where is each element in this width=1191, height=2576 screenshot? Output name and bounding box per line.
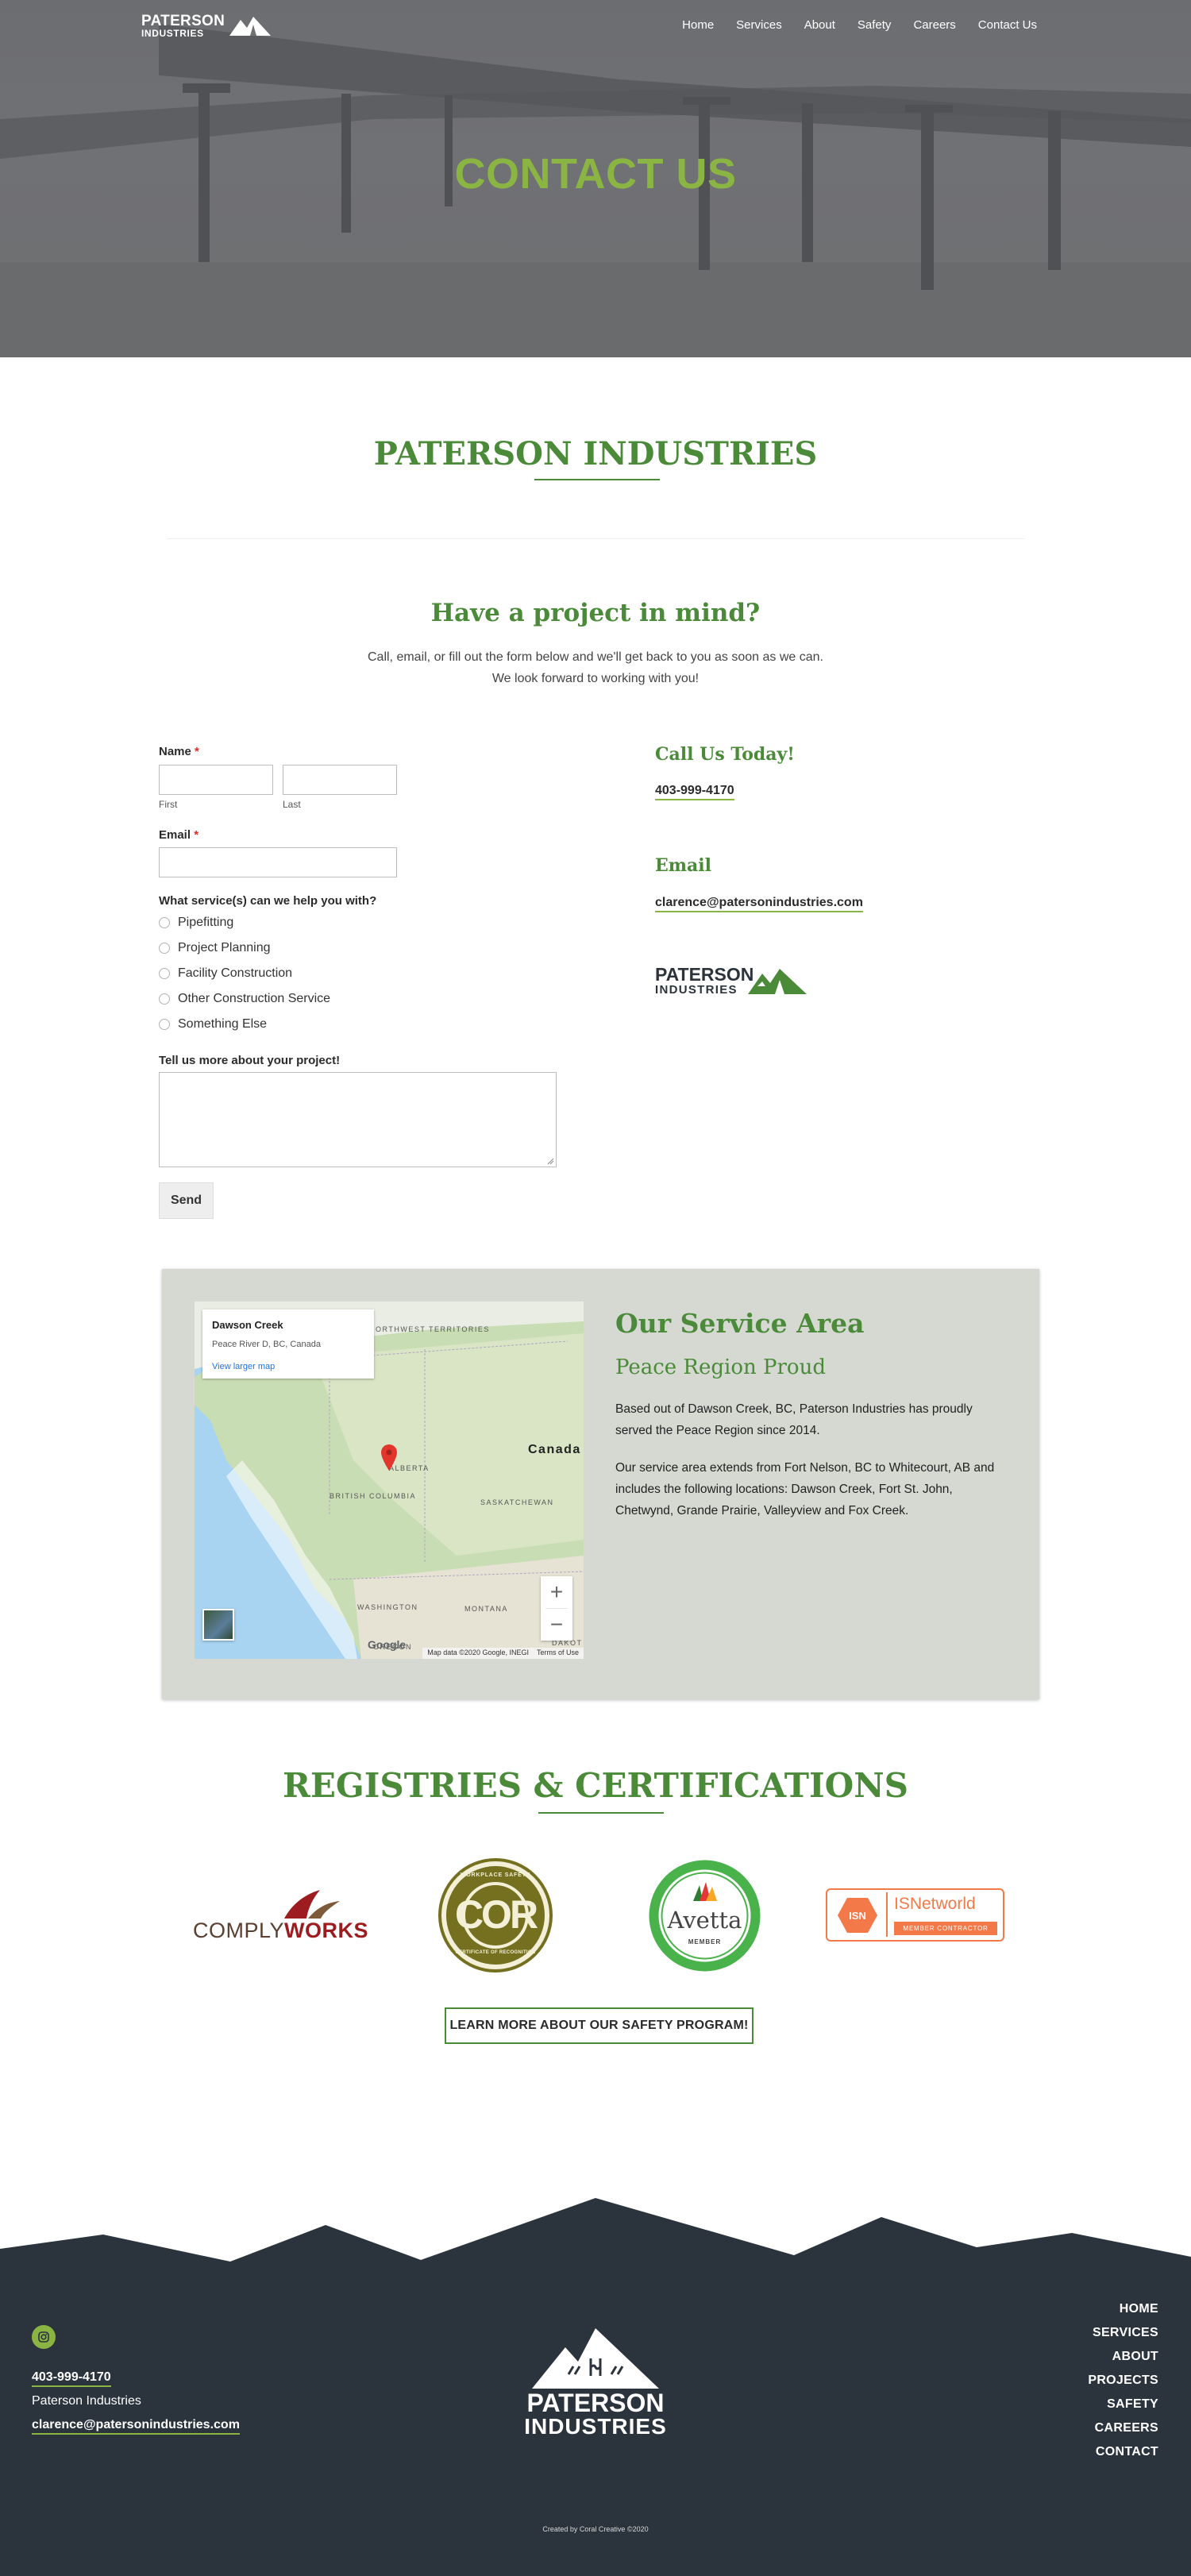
mountain-logo-icon — [229, 16, 272, 36]
map-data-text: Map data ©2020 Google, INEGI — [427, 1649, 529, 1656]
service-option-project-planning[interactable]: Project Planning — [159, 941, 271, 955]
mountain-logo-icon — [748, 969, 807, 994]
title-underline — [534, 479, 660, 480]
map-label-sask: SASKATCHEWAN — [480, 1498, 554, 1506]
footer-nav: HOME SERVICES ABOUT PROJECTS SAFETY CARE… — [1088, 2297, 1158, 2464]
resize-handle-icon[interactable] — [546, 1157, 554, 1165]
service-option-facility-construction[interactable]: Facility Construction — [159, 966, 292, 981]
service-option-something-else[interactable]: Something Else — [159, 1017, 267, 1032]
nav-contact-us[interactable]: Contact Us — [978, 18, 1037, 32]
email-field[interactable] — [159, 847, 397, 877]
complyworks-logo: COMPLYWORKS — [193, 1888, 376, 1944]
contact-logo: PATERSON INDUSTRIES — [655, 964, 754, 997]
email-link[interactable]: clarence@patersonindustries.com — [655, 896, 863, 912]
phone-link[interactable]: 403-999-4170 — [655, 784, 734, 800]
zoom-out-button[interactable]: − — [541, 1609, 572, 1641]
footer-nav-home[interactable]: HOME — [1088, 2297, 1158, 2321]
divider — [167, 538, 1024, 539]
map-place-subtitle: Peace River D, BC, Canada — [212, 1340, 321, 1349]
service-area-paragraph-2: Our service area extends from Fort Nelso… — [615, 1461, 995, 1517]
hero-title: CONTACT US — [454, 150, 737, 198]
services-label: What service(s) can we help you with? — [159, 894, 377, 908]
map-label-bc: BRITISH COLUMBIA — [330, 1492, 417, 1500]
project-details-textarea[interactable] — [159, 1072, 557, 1167]
map-label-nwt: NORTHWEST TERRITORIES — [369, 1325, 490, 1333]
nav-services[interactable]: Services — [736, 18, 782, 32]
company-title: PATERSON INDUSTRIES — [373, 435, 818, 472]
map-label-montana: MONTANA — [464, 1605, 508, 1613]
instagram-icon[interactable] — [32, 2325, 56, 2349]
project-intro-text: Call, email, or fill out the form below … — [367, 650, 823, 685]
radio-button[interactable] — [159, 943, 170, 954]
title-underline — [538, 1812, 664, 1814]
service-option-pipefitting[interactable]: Pipefitting — [159, 916, 233, 930]
send-button[interactable]: Send — [159, 1182, 214, 1219]
service-area-heading: Our Service Area — [615, 1308, 865, 1339]
nav-home[interactable]: Home — [682, 18, 714, 32]
service-area-subheading: Peace Region Proud — [615, 1355, 826, 1379]
nav-safety[interactable]: Safety — [858, 18, 892, 32]
radio-button[interactable] — [159, 917, 170, 928]
map-attribution: Map data ©2020 Google, INEGI Terms of Us… — [422, 1648, 584, 1659]
map-label-washington: WASHINGTON — [357, 1603, 418, 1611]
google-logo: Google — [368, 1638, 407, 1651]
google-map[interactable]: NORTHWEST TERRITORIES Canada ALBERTA BRI… — [195, 1301, 584, 1659]
avetta-member-badge: Avetta MEMBER — [647, 1858, 762, 1973]
footer-nav-careers[interactable]: CAREERS — [1088, 2416, 1158, 2440]
footer-nav-services[interactable]: SERVICES — [1088, 2321, 1158, 2345]
service-option-other-construction[interactable]: Other Construction Service — [159, 992, 330, 1006]
nav-about[interactable]: About — [804, 18, 835, 32]
service-area-paragraph-1: Based out of Dawson Creek, BC, Paterson … — [615, 1402, 973, 1437]
zoom-in-button[interactable]: + — [541, 1576, 572, 1608]
footer-logo-line1: PATERSON — [526, 2389, 665, 2417]
radio-button[interactable] — [159, 1019, 170, 1030]
satellite-toggle[interactable] — [202, 1609, 234, 1641]
nav-careers[interactable]: Careers — [913, 18, 955, 32]
footer-nav-contact[interactable]: CONTACT — [1088, 2440, 1158, 2464]
footer-phone-link[interactable]: 403-999-4170 — [32, 2370, 111, 2387]
project-details-label: Tell us more about your project! — [159, 1054, 341, 1067]
radio-button[interactable] — [159, 993, 170, 1005]
cor-certificate-seal: COR WORKPLACE SAFETY CERTIFICATE OF RECO… — [438, 1858, 553, 1972]
terms-of-use-link[interactable]: Terms of Use — [537, 1649, 579, 1658]
last-sublabel: Last — [283, 799, 301, 810]
logo-text-line2: INDUSTRIES — [141, 28, 204, 39]
view-larger-map-link[interactable]: View larger map — [212, 1362, 275, 1371]
project-heading: Have a project in mind? — [430, 599, 761, 627]
map-zoom-control: + − — [541, 1576, 572, 1641]
complyworks-swoosh-icon — [284, 1890, 340, 1919]
footer-mountain-logo-icon[interactable] — [530, 2327, 661, 2390]
name-label: Name * — [159, 745, 199, 758]
radio-button[interactable] — [159, 968, 170, 979]
map-label-canada: Canada — [528, 1443, 581, 1456]
footer-credit[interactable]: Created by Coral Creative ©2020 — [0, 2525, 1191, 2533]
footer-logo-line2: INDUSTRIES — [524, 2414, 667, 2439]
registries-title: REGISTRIES & CERTIFICATIONS — [283, 1766, 908, 1805]
last-name-input[interactable] — [283, 765, 397, 795]
map-info-card: Dawson Creek Peace River D, BC, Canada V… — [202, 1309, 374, 1379]
email-label: Email * — [159, 828, 199, 842]
main-nav: Home Services About Safety Careers Conta… — [682, 18, 1037, 32]
footer-nav-projects[interactable]: PROJECTS — [1088, 2369, 1158, 2393]
email-heading: Email — [655, 855, 712, 876]
footer-nav-safety[interactable]: SAFETY — [1088, 2393, 1158, 2416]
first-name-input[interactable] — [159, 765, 273, 795]
safety-program-button[interactable]: LEARN MORE ABOUT OUR SAFETY PROGRAM! — [445, 2007, 754, 2044]
hero-banner: PATERSON INDUSTRIES Home Services About … — [0, 0, 1191, 357]
first-sublabel: First — [159, 799, 178, 810]
site-logo[interactable]: PATERSON INDUSTRIES — [141, 13, 272, 38]
call-heading: Call Us Today! — [655, 744, 795, 765]
isnetworld-member-badge: ISN ISNetworld MEMBER CONTRACTOR — [826, 1888, 1004, 1942]
map-pin-icon[interactable] — [380, 1443, 399, 1471]
footer-nav-about[interactable]: ABOUT — [1088, 2345, 1158, 2369]
map-place-title: Dawson Creek — [212, 1319, 283, 1331]
logo-text-line1: PATERSON — [141, 13, 225, 29]
